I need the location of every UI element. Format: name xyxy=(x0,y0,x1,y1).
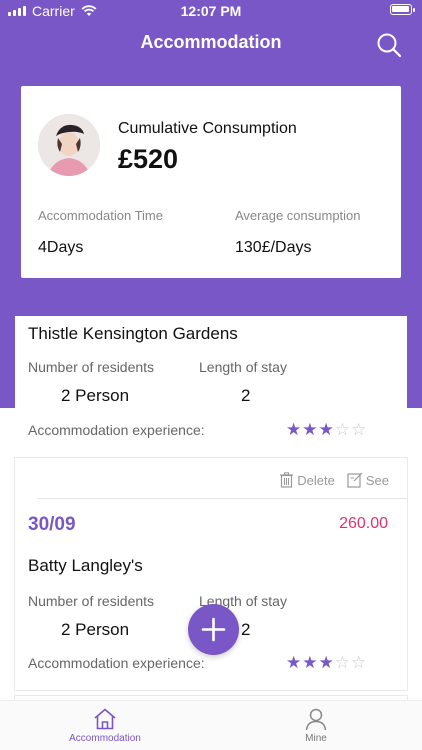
accommodation-time-label: Accommodation Time xyxy=(38,208,163,223)
stay-value: 2 xyxy=(241,386,251,405)
see-label: See xyxy=(365,472,389,488)
record-price: 260.00 xyxy=(339,515,388,532)
residents-label: Number of residents xyxy=(28,359,155,375)
tab-accommodation[interactable]: Accommodation xyxy=(35,707,175,744)
delete-button[interactable]: Delete xyxy=(279,472,335,488)
average-consumption-label: Average consumption xyxy=(235,208,361,223)
experience-label: Accommodation experience: xyxy=(28,422,205,438)
status-time: 12:07 PM xyxy=(180,3,242,19)
delete-label: Delete xyxy=(297,472,335,488)
star-filled-icon: ★ xyxy=(286,420,302,439)
average-consumption-value: 130£/Days xyxy=(235,239,312,256)
user-icon xyxy=(305,708,327,731)
search-icon[interactable] xyxy=(376,32,402,58)
status-bar: Carrier 12:07 PM xyxy=(0,0,422,22)
plus-icon xyxy=(201,617,226,642)
tab-label: Mine xyxy=(305,733,327,744)
star-filled-icon: ★ xyxy=(318,653,334,672)
edit-icon xyxy=(347,472,363,488)
battery-icon xyxy=(390,4,415,15)
see-button[interactable]: See xyxy=(347,472,389,488)
list-item[interactable]: Thistle Kensington Gardens Number of res… xyxy=(15,316,407,452)
tab-mine[interactable]: Mine xyxy=(246,707,386,744)
rating-stars: ★ ★ ★ ☆ ☆ xyxy=(286,421,366,438)
experience-label: Accommodation experience: xyxy=(28,655,205,671)
home-icon xyxy=(94,708,116,730)
star-filled-icon: ★ xyxy=(302,653,318,672)
summary-label: Cumulative Consumption xyxy=(118,120,297,137)
add-record-button[interactable] xyxy=(188,604,239,655)
hotel-name: Batty Langley's xyxy=(28,556,143,575)
divider xyxy=(37,498,407,499)
residents-value: 2 Person xyxy=(61,620,130,639)
star-filled-icon: ★ xyxy=(318,420,334,439)
tab-label: Accommodation xyxy=(69,733,141,744)
hotel-name: Thistle Kensington Gardens xyxy=(28,324,238,343)
stay-label: Length of stay xyxy=(199,359,287,375)
star-empty-icon: ☆ xyxy=(351,653,367,672)
avatar[interactable] xyxy=(38,114,100,176)
rating-stars: ★ ★ ★ ☆ ☆ xyxy=(286,654,366,671)
summary-amount: £520 xyxy=(118,144,179,174)
star-empty-icon: ☆ xyxy=(334,653,350,672)
star-empty-icon: ☆ xyxy=(351,420,367,439)
tab-bar: Accommodation Mine xyxy=(0,700,422,750)
star-empty-icon: ☆ xyxy=(334,420,350,439)
accommodation-time-value: 4Days xyxy=(38,239,84,256)
avatar-image xyxy=(38,114,100,176)
star-filled-icon: ★ xyxy=(286,653,302,672)
residents-value: 2 Person xyxy=(61,386,130,405)
list-item[interactable]: Delete See 30/09 260.00 Batty Langley's … xyxy=(15,458,407,690)
record-actions: Delete See xyxy=(279,472,389,488)
stay-value: 2 xyxy=(241,620,251,639)
summary-card: Cumulative Consumption £520 Accommodatio… xyxy=(21,86,401,278)
residents-label: Number of residents xyxy=(28,593,155,609)
star-filled-icon: ★ xyxy=(302,420,318,439)
page-title: Accommodation xyxy=(140,32,282,52)
trash-icon xyxy=(280,472,294,488)
record-date: 30/09 xyxy=(28,514,76,535)
